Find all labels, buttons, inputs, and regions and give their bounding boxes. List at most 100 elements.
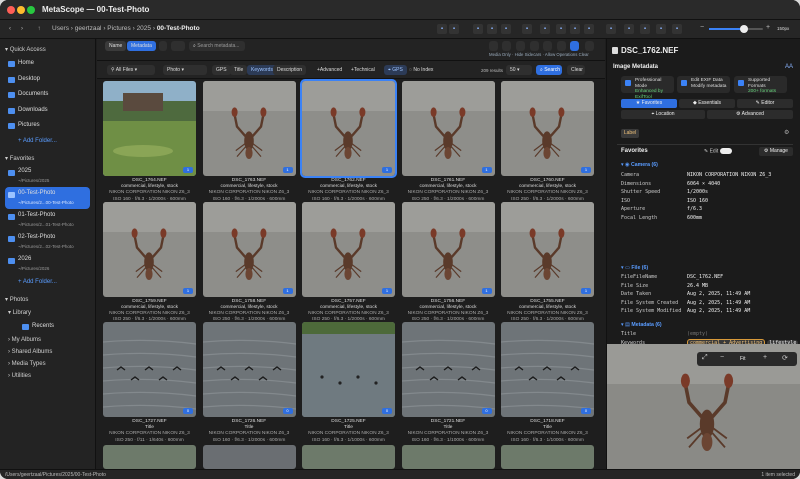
tag-icon[interactable]: ▪ xyxy=(487,24,497,34)
settings-gear-icon[interactable]: ⚙ xyxy=(784,129,789,136)
edit-toggle[interactable]: ✎ Edit xyxy=(704,148,732,154)
camera-row[interactable]: Camera NIKON CORPORATION NIKON Z6_3 xyxy=(621,171,791,180)
no-index-toggle[interactable]: ◌ No Index xyxy=(405,65,437,75)
sidebar-item-recents[interactable]: Recents xyxy=(0,319,95,335)
thumbnail-image[interactable]: 1 xyxy=(401,81,495,176)
gps-icon[interactable] xyxy=(543,41,552,51)
file-row[interactable]: File System Modified Aug 2, 2025, 11:49 A… xyxy=(621,307,791,316)
file-row[interactable]: File Size 26.4 MB xyxy=(621,282,791,291)
zoom-window-button[interactable] xyxy=(27,6,35,14)
camera-row[interactable]: Dimensions 6064 × 4040 xyxy=(621,180,791,189)
minimize-window-button[interactable] xyxy=(17,6,25,14)
back-icon[interactable]: ‹ xyxy=(5,24,15,34)
sidebar-item-downloads[interactable]: Downloads xyxy=(0,103,95,119)
filter-icon[interactable]: ▪ xyxy=(606,24,616,34)
breadcrumb-item[interactable]: Users xyxy=(52,25,69,32)
thumbnail-image[interactable]: 0 xyxy=(302,322,395,417)
breadcrumb-item[interactable]: Pictures xyxy=(107,25,130,32)
breadcrumb-item[interactable]: 2025 xyxy=(137,25,151,32)
grid-view-icon[interactable]: ▪ xyxy=(437,24,447,34)
search-input[interactable]: ⌕ Search metadata... xyxy=(189,41,245,51)
sidebar-item-home[interactable]: Home xyxy=(0,56,95,72)
sidebar-group-media-types[interactable]: › Media Types xyxy=(0,358,95,370)
breadcrumb-current[interactable]: 00-Test-Photo xyxy=(157,25,200,32)
info-icon[interactable]: ▪ xyxy=(540,24,550,34)
camera-icon[interactable] xyxy=(557,41,566,51)
thumbnail-image[interactable]: 0 xyxy=(401,322,495,417)
copy-icon[interactable]: ▪ xyxy=(449,24,459,34)
thumbnail-image[interactable]: 1 xyxy=(401,201,495,297)
sidebar-section-favorites[interactable]: ▾ Favorites xyxy=(0,152,95,165)
sidebar-item-documents[interactable]: Documents xyxy=(0,87,95,103)
tab-advanced[interactable]: ⚙ Advanced xyxy=(707,110,793,119)
sidebar-favorite-00-test-photo[interactable]: 00-Test-Photo ~/Pictures/2...00-Test-Phot… xyxy=(5,187,90,209)
fit-button[interactable]: Fit xyxy=(740,356,746,362)
file-row[interactable]: File System Created Aug 2, 2025, 11:49 AM xyxy=(621,299,791,308)
photo-thumbnail[interactable]: 0 DSC_1721.NEF Title NIKON CORPORATION NIKO… xyxy=(401,322,495,443)
thumbnail-image[interactable]: 1 xyxy=(302,201,395,297)
sidebar-item-pictures[interactable]: Pictures xyxy=(0,118,95,134)
thumbnail-image[interactable]: 1 xyxy=(300,79,397,178)
thumbnail-image[interactable]: 1 xyxy=(202,81,296,176)
photo-thumbnail[interactable]: 1 DSC_1759.NEF commercial, lifestyle, stoc… xyxy=(103,201,196,322)
search-button[interactable]: ⌕ Search xyxy=(536,65,562,75)
move-icon[interactable]: ▪ xyxy=(473,24,483,34)
thumbnail-image[interactable]: 1 xyxy=(103,81,196,176)
photo-thumbnail[interactable] xyxy=(401,444,495,469)
professional-mode-card[interactable]: Professional Mode Enhanced by ExifTool xyxy=(621,76,674,100)
camera-group-header[interactable]: ▾ ◉ Camera (6) xyxy=(621,162,658,168)
chip-title[interactable]: Title xyxy=(230,65,248,75)
thumbnail-image[interactable]: 1 xyxy=(501,81,594,176)
thumbnail-image[interactable]: 0 xyxy=(202,322,296,417)
sidebar-section-quick-access[interactable]: ▾ Quick Access xyxy=(0,43,95,56)
edit-icon[interactable]: ▪ xyxy=(584,24,594,34)
photo-thumbnail[interactable] xyxy=(103,444,196,469)
photo-thumbnail[interactable]: 1 DSC_1764.NEF commercial, lifestyle, stoc… xyxy=(103,81,196,202)
chip-description[interactable]: Description xyxy=(273,65,307,75)
photo-thumbnail[interactable]: 0 DSC_1727.NEF Title NIKON CORPORATION NIKO… xyxy=(103,322,196,443)
photo-thumbnail[interactable]: 1 DSC_1762.NEF commercial, lifestyle, stoc… xyxy=(300,79,397,202)
sidebar-favorite-2026[interactable]: 2026 ~/Pictures/2026 xyxy=(0,253,95,275)
info-icon[interactable] xyxy=(159,41,167,51)
file-row[interactable]: FileFileName DSC_1762.NEF xyxy=(621,273,791,282)
thumbnail-image[interactable]: 1 xyxy=(501,201,594,297)
photo-thumbnail[interactable]: 1 DSC_1757.NEF commercial, lifestyle, stoc… xyxy=(302,201,395,322)
camera-icon[interactable]: ▪ xyxy=(522,24,532,34)
tab-editor[interactable]: ✎ Editor xyxy=(737,99,793,108)
tab-essentials[interactable]: ◆ Essentials xyxy=(679,99,735,108)
text-size-icon[interactable]: AA xyxy=(785,64,793,70)
sidebar-group-shared-albums[interactable]: › Shared Albums xyxy=(0,346,95,358)
photo-thumbnail[interactable]: 1 DSC_1760.NEF commercial, lifestyle, stoc… xyxy=(501,81,594,202)
file-row[interactable]: Date Taken Aug 2, 2025, 11:49 AM xyxy=(621,290,791,299)
photo-thumbnail[interactable]: 1 DSC_1763.NEF commercial, lifestyle, stoc… xyxy=(202,81,296,202)
sidebar-section-photos[interactable]: ▾ Photos xyxy=(0,293,95,306)
sidebar-group-utilities[interactable]: › Utilities xyxy=(0,370,95,382)
file-group-header[interactable]: ▾ ▭ File (6) xyxy=(621,265,648,271)
supported-formats-card[interactable]: Supported Formats 200+ formats xyxy=(734,76,787,94)
view-mode-icon[interactable] xyxy=(171,41,185,51)
rotate-icon[interactable]: ⟳ xyxy=(782,354,788,362)
tab-metadata[interactable]: Metadata xyxy=(127,41,156,51)
thumbnail-image[interactable]: 1 xyxy=(202,201,296,297)
sidebar-favorite-02-test-photo[interactable]: 02-Test-Photo ~/Pictures/2...02-Test-Phot… xyxy=(0,231,95,253)
photo-thumbnail[interactable] xyxy=(302,444,395,469)
sidebar-item-desktop[interactable]: Desktop xyxy=(0,72,95,88)
photo-thumbnail[interactable]: 0 DSC_1726.NEF Title NIKON CORPORATION NIKO… xyxy=(202,322,296,443)
expand-icon[interactable]: ⤢ xyxy=(702,354,708,362)
camera-row[interactable]: Focal Length 600mm xyxy=(621,214,791,223)
hide-sidecars-toggle[interactable]: Hide Sidecars xyxy=(515,52,542,57)
edit-exif-card[interactable]: Edit EXIF Data Modify metadata xyxy=(677,76,730,93)
photo-thumbnail[interactable]: 1 DSC_1755.NEF commercial, lifestyle, stoc… xyxy=(501,201,594,322)
clear-options-link[interactable]: Clear xyxy=(579,52,589,57)
camera-row[interactable]: ISO ISO 160 xyxy=(621,197,791,206)
export-icon[interactable]: ▪ xyxy=(570,24,580,34)
allow-operations-toggle[interactable]: Allow Operations xyxy=(545,52,577,57)
zoom-out-icon[interactable]: − xyxy=(700,24,704,31)
file-type-select[interactable]: ⚲ All Files ▾ xyxy=(107,65,155,75)
gps-filter-toggle[interactable]: ⌖ GPS xyxy=(384,65,407,75)
photo-thumbnail[interactable] xyxy=(202,444,296,469)
sort-icon[interactable] xyxy=(502,41,511,51)
tag-icon[interactable] xyxy=(530,41,539,51)
tab-name[interactable]: Name xyxy=(105,41,127,51)
sidebar-section-library[interactable]: ▾ Library xyxy=(0,306,95,319)
